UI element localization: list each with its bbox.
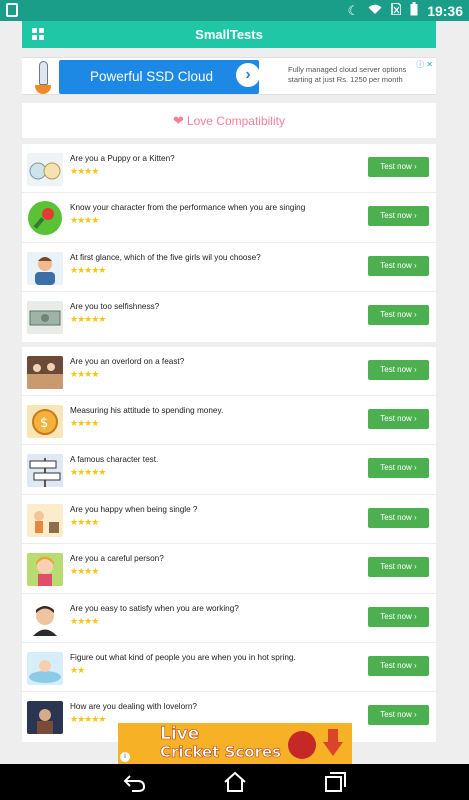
test-question: Are you an overlord on a feast? — [70, 356, 185, 366]
bottom-banner-ad[interactable]: Live Cricket Scores i — [118, 723, 352, 764]
ad-cta-button[interactable]: Powerful SSD Cloud — [59, 60, 259, 94]
no-sim-icon — [391, 2, 402, 18]
ad-info-icon[interactable]: i — [120, 752, 130, 762]
rating-stars: ★★★★ — [70, 166, 99, 176]
rating-stars: ★★★★ — [70, 417, 99, 428]
ad-subheadline: Cricket Scores — [160, 743, 282, 762]
test-question: Know your character from the performance… — [70, 203, 306, 213]
list-item[interactable]: Figure out what kind of people you are w… — [22, 643, 436, 693]
man-thumbnail — [27, 251, 63, 285]
test-question: Are you too selfishness? — [70, 302, 160, 312]
list-item[interactable]: Are you a Puppy or a Kitten? ★★★★ Test n… — [22, 144, 436, 194]
test-question: A famous character test. — [70, 455, 159, 465]
feast-thumbnail — [27, 355, 63, 389]
rating-stars: ★★★★★ — [70, 714, 106, 725]
coin-thumbnail: $ — [27, 404, 63, 438]
test-question: Figure out what kind of people you are w… — [70, 652, 296, 662]
test-now-button[interactable]: Test now › — [368, 655, 429, 676]
test-list-1: Are you a Puppy or a Kitten? ★★★★ Test n… — [22, 144, 436, 342]
list-item[interactable]: Are you an overlord on a feast? ★★★★ Tes… — [22, 347, 436, 396]
list-item[interactable]: Are you happy when being single ? ★★★★ T… — [22, 495, 436, 545]
rating-stars: ★★★★ — [70, 615, 99, 626]
heart-icon: ❤ — [173, 113, 184, 128]
test-now-button[interactable]: Test now › — [368, 507, 429, 528]
test-list-2: Are you an overlord on a feast? ★★★★ Tes… — [22, 346, 436, 742]
test-question: Are you easy to satisfy when you are wor… — [70, 603, 239, 613]
status-bar: ☾ 19:36 — [0, 0, 469, 21]
test-question: Are you a careful person? — [70, 554, 164, 564]
recent-apps-icon[interactable] — [322, 770, 348, 794]
test-now-button[interactable]: Test now › — [368, 157, 429, 177]
businessman-thumbnail — [27, 602, 63, 636]
system-icons: ☾ 19:36 — [348, 2, 463, 19]
test-question: At first glance, which of the five girls… — [70, 252, 261, 262]
test-question: Are you a Puppy or a Kitten? — [70, 154, 175, 163]
test-now-button[interactable]: Test now › — [368, 305, 429, 326]
list-item[interactable]: At first glance, which of the five girls… — [22, 243, 436, 293]
test-question: How are you dealing with lovelorn? — [70, 702, 197, 712]
list-item[interactable]: Are you too selfishness? ★★★★★ Test now … — [22, 292, 436, 341]
test-now-button[interactable]: Test now › — [368, 206, 429, 227]
test-now-button[interactable]: Test now › — [368, 458, 429, 479]
signpost-thumbnail — [27, 454, 63, 488]
rating-stars: ★★★★ — [70, 516, 99, 527]
girl-thumbnail — [27, 553, 63, 587]
test-now-button[interactable]: Test now › — [368, 557, 429, 578]
single-person-thumbnail — [27, 503, 63, 537]
navigation-bar — [0, 764, 469, 800]
rocket-icon — [30, 59, 56, 95]
test-now-button[interactable]: Test now › — [368, 255, 429, 276]
battery-icon — [410, 2, 418, 19]
rating-stars: ★★★★ — [70, 566, 99, 577]
rating-stars: ★★★★ — [70, 368, 99, 379]
test-now-button[interactable]: Test now › — [368, 606, 429, 627]
ad-choices-icon[interactable]: ⓘ ✕ — [416, 59, 433, 70]
home-icon[interactable] — [222, 770, 248, 794]
download-arrow-icon — [323, 729, 343, 757]
section-title: Love Compatibility — [186, 114, 285, 128]
cricket-ball-icon — [288, 731, 316, 759]
rating-stars: ★★★★★ — [70, 314, 106, 325]
lovelorn-thumbnail — [27, 701, 63, 735]
svg-text:$: $ — [40, 416, 48, 431]
notification-icon — [6, 3, 18, 17]
test-now-button[interactable]: Test now › — [368, 359, 429, 380]
wifi-icon — [368, 3, 382, 18]
ad-description: Fully managed cloud server options start… — [288, 65, 407, 84]
rating-stars: ★★★★ — [70, 215, 99, 226]
chevron-right-icon[interactable]: › — [236, 63, 260, 87]
hot-spring-thumbnail — [27, 651, 63, 685]
app-bar: SmallTests — [22, 21, 436, 48]
microphone-thumbnail — [28, 201, 62, 236]
main-content: SmallTests Powerful SSD Cloud › Fully ma… — [22, 21, 436, 742]
app-title: SmallTests — [195, 27, 263, 42]
top-banner-ad[interactable]: Powerful SSD Cloud › Fully managed cloud… — [22, 57, 436, 95]
clock: 19:36 — [427, 2, 463, 19]
list-item[interactable]: Are you easy to satisfy when you are wor… — [22, 594, 436, 643]
banknote-thumbnail — [27, 301, 63, 335]
puppy-kitten-thumbnail — [27, 153, 63, 186]
rating-stars: ★★★★★ — [70, 467, 106, 478]
rating-stars: ★★★★★ — [70, 264, 106, 275]
ad-headline: Live — [160, 724, 200, 745]
list-item[interactable]: A famous character test. ★★★★★ Test now … — [22, 445, 436, 495]
moon-icon: ☾ — [347, 2, 360, 18]
test-question: Are you happy when being single ? — [70, 504, 198, 514]
back-icon[interactable] — [122, 770, 148, 794]
section-header[interactable]: ❤ Love Compatibility — [22, 103, 436, 138]
test-question: Measuring his attitude to spending money… — [70, 405, 224, 415]
test-now-button[interactable]: Test now › — [368, 705, 429, 726]
list-item[interactable]: Are you a careful person? ★★★★ Test now … — [22, 544, 436, 594]
test-now-button[interactable]: Test now › — [368, 408, 429, 429]
rating-stars: ★★ — [70, 664, 85, 675]
list-item[interactable]: Know your character from the performance… — [22, 193, 436, 243]
list-item[interactable]: $ Measuring his attitude to spending mon… — [22, 396, 436, 446]
